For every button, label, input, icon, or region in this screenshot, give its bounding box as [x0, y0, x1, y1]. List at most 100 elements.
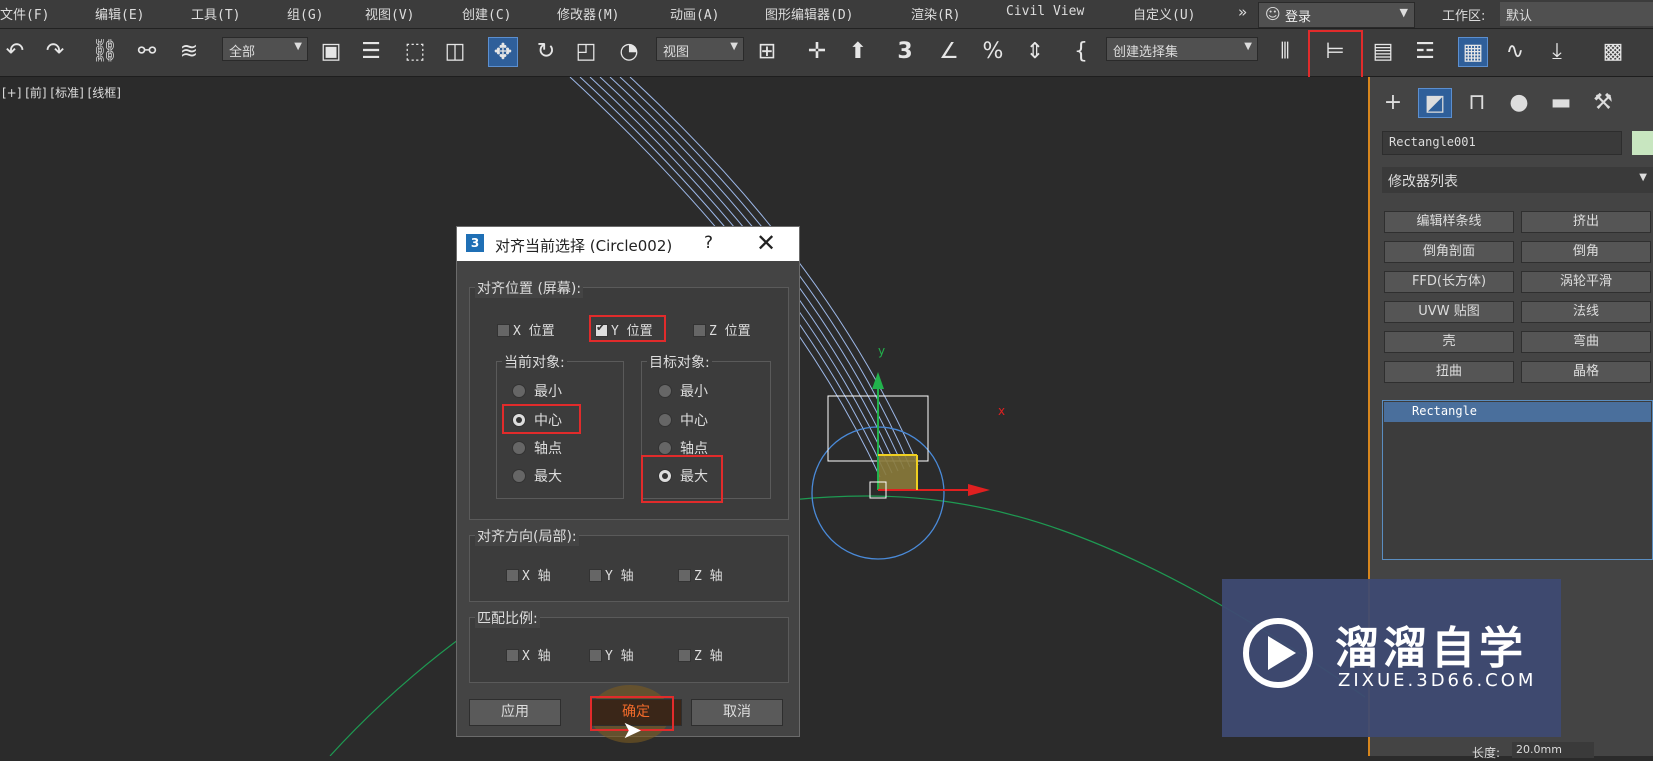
- target-pivot-radio[interactable]: [658, 441, 672, 455]
- mirror-icon[interactable]: ⫴: [1270, 37, 1300, 67]
- cancel-button[interactable]: 取消: [691, 699, 783, 726]
- mod-turbosmooth-button[interactable]: 涡轮平滑: [1521, 271, 1651, 293]
- orient-z-checkbox[interactable]: [678, 569, 691, 582]
- scene-explorer-icon[interactable]: ▤: [1368, 37, 1398, 67]
- chevron-down-icon: ▼: [730, 41, 738, 52]
- mod-uvw-map-button[interactable]: UVW 贴图: [1384, 301, 1514, 323]
- login-dropdown[interactable]: ☺ 登录 ▼: [1258, 2, 1415, 28]
- mod-lattice-button[interactable]: 晶格: [1521, 361, 1651, 383]
- utilities-tab-icon[interactable]: ⚒: [1586, 88, 1620, 118]
- menu-file[interactable]: 文件(F): [0, 4, 49, 23]
- material-editor-icon[interactable]: ▩: [1598, 37, 1628, 67]
- select-manipulate-icon[interactable]: ✛: [802, 37, 832, 67]
- select-object-icon[interactable]: ▣: [316, 37, 346, 67]
- snaps-toggle-icon[interactable]: 3: [890, 37, 920, 67]
- placement-icon[interactable]: ◔: [614, 37, 644, 67]
- mod-bevel-button[interactable]: 倒角: [1521, 241, 1651, 263]
- motion-tab-icon[interactable]: ●: [1502, 88, 1536, 118]
- object-color-swatch[interactable]: [1632, 131, 1653, 155]
- viewport-label[interactable]: [+] [前] [标准] [线框]: [2, 84, 121, 101]
- align-orientation-label: 对齐方向(局部):: [475, 526, 579, 546]
- schematic-view-icon[interactable]: ⤓: [1542, 37, 1572, 67]
- orient-y-label: Y 轴: [605, 569, 634, 584]
- percent-snap-icon[interactable]: %: [978, 37, 1008, 67]
- stack-item-rectangle[interactable]: Rectangle: [1384, 402, 1651, 422]
- select-scale-icon[interactable]: ◰: [571, 37, 601, 67]
- menu-group[interactable]: 组(G): [287, 4, 323, 23]
- window-crossing-icon[interactable]: ◫: [440, 37, 470, 67]
- rect-selection-icon[interactable]: ⬚: [400, 37, 430, 67]
- mod-edit-spline-button[interactable]: 编辑样条线: [1384, 211, 1514, 233]
- mod-twist-button[interactable]: 扭曲: [1384, 361, 1514, 383]
- mod-bend-button[interactable]: 弯曲: [1521, 331, 1651, 353]
- current-min-label: 最小: [534, 384, 562, 400]
- z-position-checkbox[interactable]: [693, 324, 706, 337]
- user-icon: ☺: [1265, 5, 1281, 23]
- mod-normal-button[interactable]: 法线: [1521, 301, 1651, 323]
- redo-icon[interactable]: ↷: [40, 37, 70, 67]
- keyboard-shortcut-icon[interactable]: ⬆: [843, 37, 873, 67]
- menu-customize[interactable]: 自定义(U): [1133, 4, 1195, 23]
- modifier-list-dropdown[interactable]: 修改器列表 ▼: [1382, 167, 1653, 193]
- mod-shell-button[interactable]: 壳: [1384, 331, 1514, 353]
- layer-explorer-icon[interactable]: ☲: [1410, 37, 1440, 67]
- selection-filter-dropdown[interactable]: 全部 ▼: [222, 37, 308, 61]
- menu-edit[interactable]: 编辑(E): [95, 4, 144, 23]
- pivot-center-icon[interactable]: ⊞: [752, 37, 782, 67]
- undo-icon[interactable]: ↶: [0, 37, 30, 67]
- current-pivot-radio[interactable]: [512, 441, 526, 455]
- menu-overflow-icon[interactable]: »: [1238, 3, 1247, 21]
- app-logo-icon: 3: [466, 234, 484, 252]
- workspace-dropdown[interactable]: 默认: [1500, 2, 1653, 26]
- current-pivot-label: 轴点: [534, 441, 562, 457]
- x-position-label: X 位置: [513, 324, 555, 339]
- chevron-down-icon: ▼: [1399, 6, 1408, 19]
- current-min-radio[interactable]: [512, 384, 526, 398]
- menu-tools[interactable]: 工具(T): [191, 4, 240, 23]
- scale-y-checkbox[interactable]: [589, 649, 602, 662]
- mod-ffd-box-button[interactable]: FFD(长方体): [1384, 271, 1514, 293]
- orient-x-checkbox[interactable]: [506, 569, 519, 582]
- orient-y-checkbox[interactable]: [589, 569, 602, 582]
- mod-bevel-profile-button[interactable]: 倒角剖面: [1384, 241, 1514, 263]
- select-move-icon[interactable]: ✥: [488, 37, 518, 67]
- apply-button[interactable]: 应用: [469, 699, 561, 726]
- ribbon-toggle-icon[interactable]: ▦: [1458, 37, 1488, 67]
- target-center-radio[interactable]: [658, 413, 672, 427]
- menu-modifiers[interactable]: 修改器(M): [557, 4, 619, 23]
- display-tab-icon[interactable]: ▬: [1544, 88, 1578, 118]
- x-position-checkbox[interactable]: [497, 324, 510, 337]
- reference-coord-dropdown[interactable]: 视图 ▼: [656, 37, 744, 61]
- bind-space-warp-icon[interactable]: ≋: [174, 37, 204, 67]
- menu-graph-editors[interactable]: 图形编辑器(D): [765, 4, 853, 23]
- scale-y-label: Y 轴: [605, 649, 634, 664]
- target-min-radio[interactable]: [658, 384, 672, 398]
- current-max-label: 最大: [534, 469, 562, 485]
- match-scale-label: 匹配比例:: [475, 608, 540, 628]
- current-max-radio[interactable]: [512, 469, 526, 483]
- menu-create[interactable]: 创建(C): [462, 4, 511, 23]
- select-by-name-icon[interactable]: ☰: [356, 37, 386, 67]
- scale-z-checkbox[interactable]: [678, 649, 691, 662]
- object-name-field[interactable]: Rectangle001: [1382, 131, 1622, 155]
- menu-animation[interactable]: 动画(A): [670, 4, 719, 23]
- menu-views[interactable]: 视图(V): [365, 4, 414, 23]
- mod-extrude-button[interactable]: 挤出: [1521, 211, 1651, 233]
- unlink-icon[interactable]: ⚯: [132, 37, 162, 67]
- select-rotate-icon[interactable]: ↻: [531, 37, 561, 67]
- menu-rendering[interactable]: 渲染(R): [911, 4, 960, 23]
- curve-editor-icon[interactable]: ∿: [1500, 37, 1530, 67]
- edit-named-selection-icon[interactable]: {: [1066, 37, 1096, 67]
- create-tab-icon[interactable]: +: [1376, 88, 1410, 118]
- modifier-stack[interactable]: [1382, 400, 1653, 560]
- angle-snap-icon[interactable]: ∠: [934, 37, 964, 67]
- menu-civil-view[interactable]: Civil View: [1006, 4, 1084, 19]
- hierarchy-tab-icon[interactable]: ⊓: [1460, 88, 1494, 118]
- close-icon[interactable]: ✕: [756, 229, 776, 257]
- help-icon[interactable]: ?: [704, 233, 713, 253]
- named-selection-dropdown[interactable]: 创建选择集 ▼: [1106, 37, 1258, 61]
- scale-x-checkbox[interactable]: [506, 649, 519, 662]
- modify-tab-icon[interactable]: ◩: [1418, 88, 1452, 118]
- link-icon[interactable]: ⛓: [90, 37, 120, 67]
- spinner-snap-icon[interactable]: ⇕: [1020, 37, 1050, 67]
